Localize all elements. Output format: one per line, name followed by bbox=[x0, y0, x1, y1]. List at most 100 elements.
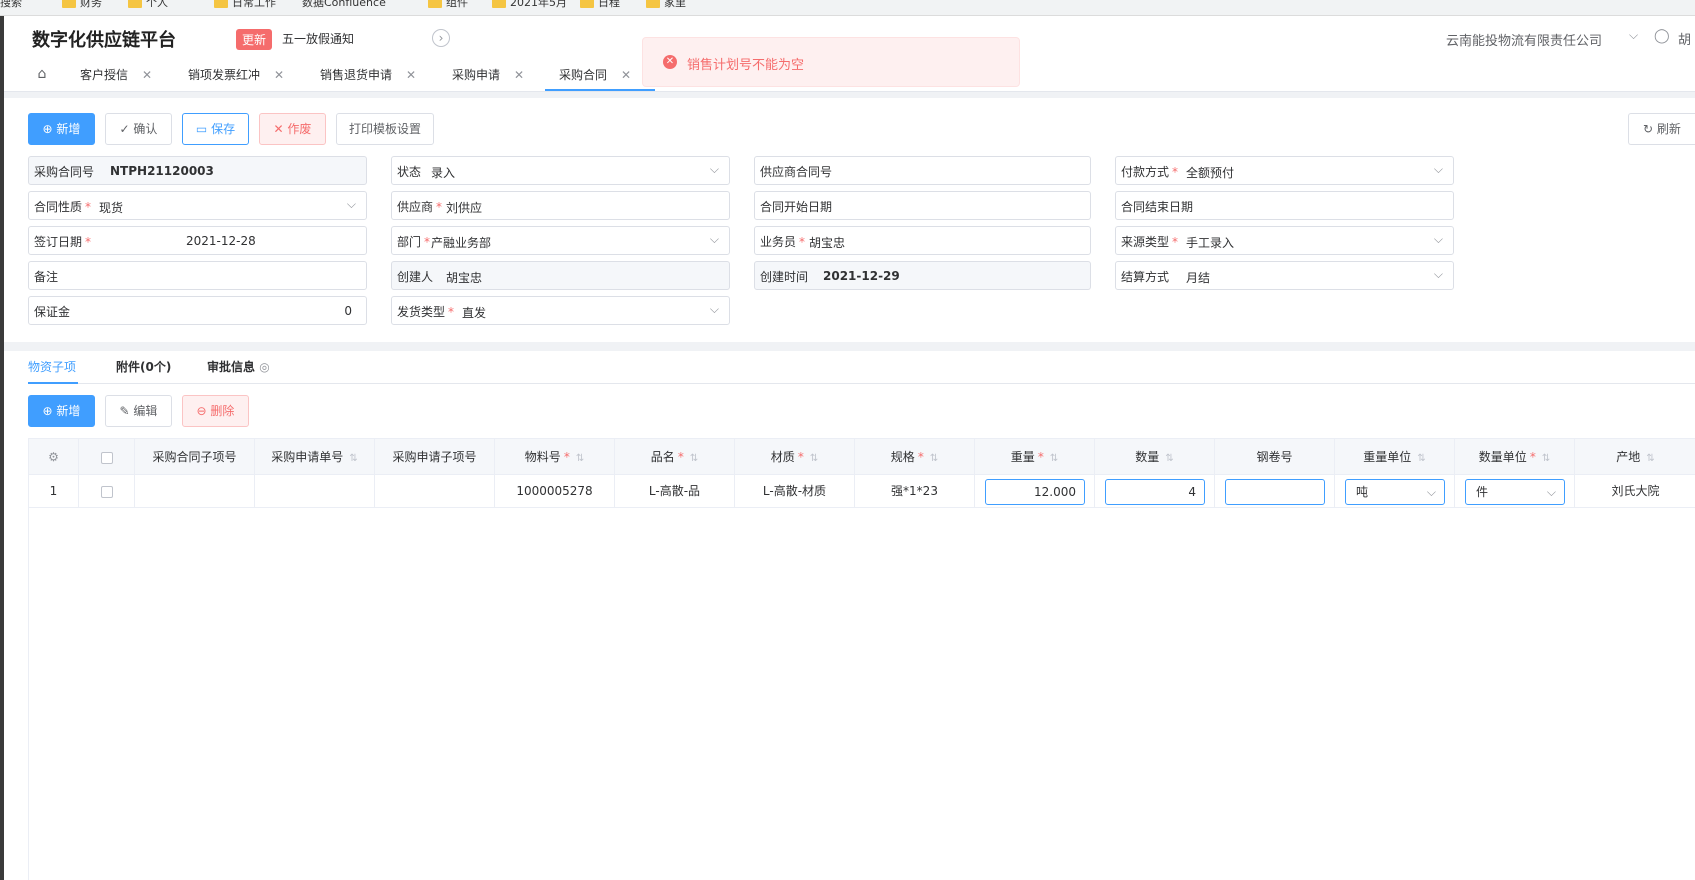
settings-icon[interactable]: ⚙ bbox=[29, 439, 79, 476]
field-value: 直发 bbox=[462, 306, 487, 320]
close-icon[interactable]: ✕ bbox=[514, 68, 524, 82]
row-index: 1 bbox=[29, 475, 79, 508]
tab-sales-return[interactable]: 销售退货申请 ✕ bbox=[320, 60, 416, 91]
supplier-contract-no-field[interactable]: 供应商合同号 bbox=[754, 156, 1091, 185]
notice-text[interactable]: 五一放假通知 bbox=[282, 30, 354, 47]
close-icon[interactable]: ✕ bbox=[274, 68, 284, 82]
refresh-icon: ↻ bbox=[1643, 122, 1657, 136]
payment-method-select[interactable]: 付款方式 * 全额预付 ⌵ bbox=[1115, 156, 1454, 185]
folder-icon: ▭ bbox=[195, 122, 212, 136]
cell-weight: 12.000 bbox=[975, 475, 1095, 508]
weight-unit-select[interactable]: 吨 ⌵ bbox=[1345, 479, 1445, 505]
column-header[interactable]: 物料号 * ⇅ bbox=[495, 439, 615, 476]
qty-unit-select[interactable]: 件 ⌵ bbox=[1465, 479, 1565, 505]
column-header[interactable]: 数量 ⇅ bbox=[1095, 439, 1215, 476]
refresh-button[interactable]: ↻ 刷新 bbox=[1628, 113, 1695, 145]
button-label: 保存 bbox=[211, 122, 236, 136]
bookmark-item[interactable]: 组件 bbox=[428, 0, 468, 9]
table-row[interactable]: 1 1000005278 L-高散-品 L-高散-材质 强*1*23 12.00… bbox=[29, 475, 1695, 508]
add-item-button[interactable]: ⊕ 新增 bbox=[28, 395, 95, 427]
field-value: 2021-12-29 bbox=[823, 269, 900, 283]
contract-no-field: 采购合同号 NTPH21120003 bbox=[28, 156, 367, 185]
cell-product-name: L-高散-品 bbox=[615, 475, 735, 508]
company-selector[interactable]: 云南能投物流有限责任公司 bbox=[1446, 30, 1602, 49]
weight-input[interactable]: 12.000 bbox=[985, 479, 1085, 505]
new-button[interactable]: ⊕ 新增 bbox=[28, 113, 95, 145]
plus-circle-icon: ⊕ bbox=[42, 404, 57, 418]
deposit-field[interactable]: 保证金 0 bbox=[28, 296, 367, 325]
remark-field[interactable]: 备注 bbox=[28, 261, 367, 290]
print-settings-button[interactable]: 打印模板设置 bbox=[336, 113, 434, 145]
tab-label: 销项发票红冲 bbox=[188, 68, 261, 82]
cell-sub-item bbox=[135, 475, 255, 508]
bookmark-item[interactable]: 日常工作 bbox=[214, 0, 276, 9]
bookmark-item[interactable]: 财务 bbox=[62, 0, 102, 9]
department-select[interactable]: 部门 * 产融业务部 ⌵ bbox=[391, 226, 730, 255]
edit-item-button[interactable]: ✎ 编辑 bbox=[105, 395, 172, 427]
user-icon[interactable]: ◯ bbox=[1654, 28, 1670, 44]
close-icon[interactable]: ✕ bbox=[406, 68, 416, 82]
tab-invoice-red[interactable]: 销项发票红冲 ✕ bbox=[188, 60, 284, 91]
sort-icon: ⇅ bbox=[349, 453, 358, 464]
sign-date-field[interactable]: 签订日期 * 2021-12-28 bbox=[28, 226, 367, 255]
close-icon[interactable]: ✕ bbox=[142, 68, 152, 82]
bookmark-item[interactable]: 数据Confluence bbox=[302, 0, 386, 9]
void-button[interactable]: ✕ 作废 bbox=[259, 113, 326, 145]
delivery-type-select[interactable]: 发货类型 * 直发 ⌵ bbox=[391, 296, 730, 325]
required-mark: * bbox=[448, 305, 455, 319]
tab-customer-credit[interactable]: 客户授信 ✕ bbox=[80, 60, 152, 91]
salesman-field[interactable]: 业务员 * 胡宝忠 bbox=[754, 226, 1091, 255]
column-header[interactable]: 材质 * ⇅ bbox=[735, 439, 855, 476]
bookmark-item[interactable]: 日程 bbox=[580, 0, 620, 9]
column-header[interactable]: 数量单位 * ⇅ bbox=[1455, 439, 1575, 476]
column-header[interactable]: 重量 * ⇅ bbox=[975, 439, 1095, 476]
column-header[interactable]: 品名 * ⇅ bbox=[615, 439, 735, 476]
bookmark-item[interactable]: 搜索 bbox=[0, 0, 22, 9]
bookmark-item[interactable]: 家里 bbox=[646, 0, 686, 9]
source-type-select[interactable]: 来源类型 * 手工录入 ⌵ bbox=[1115, 226, 1454, 255]
bookmark-item[interactable]: 2021年5月 bbox=[492, 0, 567, 9]
user-name[interactable]: 胡 bbox=[1678, 29, 1691, 48]
required-mark: * bbox=[85, 200, 92, 214]
field-label: 供应商合同号 bbox=[760, 165, 833, 179]
column-header[interactable]: 规格 * ⇅ bbox=[855, 439, 975, 476]
select-all-checkbox[interactable] bbox=[79, 439, 135, 476]
sort-icon: ⇅ bbox=[1541, 453, 1551, 464]
status-select[interactable]: 状态 录入 ⌵ bbox=[391, 156, 730, 185]
coil-no-input[interactable] bbox=[1225, 479, 1325, 505]
close-icon[interactable]: ✕ bbox=[621, 68, 631, 82]
cell-origin: 刘氏大院 bbox=[1611, 484, 1660, 498]
chevron-right-icon[interactable]: › bbox=[432, 29, 450, 47]
contract-nature-select[interactable]: 合同性质 * 现货 ⌵ bbox=[28, 191, 367, 220]
tab-attachments[interactable]: 附件(0个) bbox=[116, 358, 171, 375]
bookmark-item[interactable]: 个人 bbox=[128, 0, 168, 9]
update-badge[interactable]: 更新 bbox=[236, 29, 273, 50]
sort-icon: ⇅ bbox=[1417, 453, 1426, 464]
tab-purchase-request[interactable]: 采购申请 ✕ bbox=[452, 60, 524, 91]
home-icon[interactable]: ⌂ bbox=[32, 66, 52, 86]
column-header[interactable]: 采购申请单号 ⇅ bbox=[255, 439, 375, 476]
field-label: 采购合同号 bbox=[34, 165, 95, 179]
cell-request-no bbox=[255, 475, 375, 508]
field-label: 结算方式 bbox=[1121, 270, 1170, 284]
confirm-button[interactable]: ✓ 确认 bbox=[105, 113, 172, 145]
save-button[interactable]: ▭ 保存 bbox=[182, 113, 249, 145]
contract-end-date-field[interactable]: 合同结束日期 bbox=[1115, 191, 1454, 220]
contract-start-date-field[interactable]: 合同开始日期 bbox=[754, 191, 1091, 220]
chevron-down-icon[interactable]: ⌵ bbox=[1629, 28, 1638, 43]
button-label: 作废 bbox=[287, 122, 312, 136]
sort-icon: ⇅ bbox=[575, 453, 585, 464]
tab-purchase-contract[interactable]: 采购合同 ✕ bbox=[545, 60, 655, 91]
check-icon: ✓ bbox=[119, 122, 134, 136]
quantity-input[interactable]: 4 bbox=[1105, 479, 1205, 505]
row-checkbox[interactable] bbox=[79, 475, 135, 508]
tab-material-items[interactable]: 物资子项 bbox=[28, 358, 76, 375]
tab-approval[interactable]: 审批信息 ◎ bbox=[207, 358, 270, 375]
column-header[interactable]: 重量单位 ⇅ bbox=[1335, 439, 1455, 476]
settlement-select[interactable]: 结算方式 月结 ⌵ bbox=[1115, 261, 1454, 290]
chevron-down-icon: ⌵ bbox=[1546, 485, 1556, 499]
delete-item-button[interactable]: ⊖ 删除 bbox=[182, 395, 249, 427]
supplier-field[interactable]: 供应商 * 刘供应 bbox=[391, 191, 730, 220]
eye-icon: ◎ bbox=[259, 360, 270, 374]
column-header[interactable]: 产地 ⇅ bbox=[1575, 439, 1695, 476]
